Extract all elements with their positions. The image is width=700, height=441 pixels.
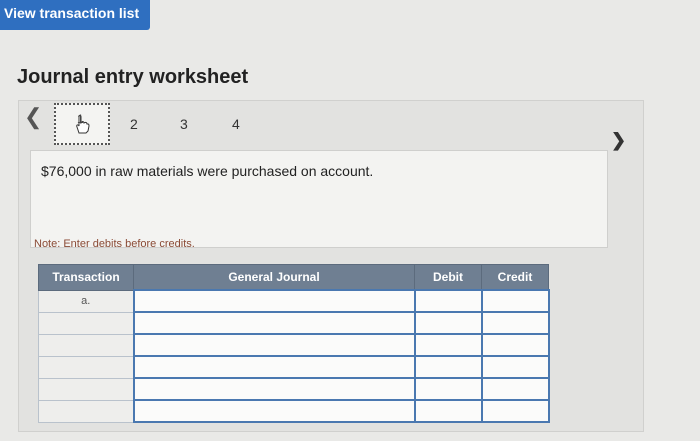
credit-input[interactable] — [480, 333, 550, 357]
view-transaction-list-button[interactable]: View transaction list — [0, 0, 150, 30]
debit-input[interactable] — [413, 333, 483, 357]
credit-input[interactable] — [480, 311, 550, 335]
debit-input[interactable] — [413, 399, 483, 423]
transaction-cell — [38, 377, 134, 401]
chevron-right-icon[interactable]: ❯ — [611, 130, 626, 151]
transaction-cell: a. — [38, 289, 134, 313]
general-journal-input[interactable] — [132, 399, 416, 423]
general-journal-input[interactable] — [132, 311, 416, 335]
general-journal-input[interactable] — [132, 355, 416, 379]
transaction-description: $76,000 in raw materials were purchased … — [41, 163, 374, 179]
debit-input[interactable] — [413, 311, 483, 335]
debit-input[interactable] — [413, 355, 483, 379]
step-4-tab[interactable]: 4 — [232, 116, 240, 132]
table-row — [38, 333, 550, 357]
chevron-left-icon[interactable]: ❮ — [24, 104, 42, 130]
step-2-tab[interactable]: 2 — [130, 116, 138, 132]
debit-input[interactable] — [413, 377, 483, 401]
page-title: Journal entry worksheet — [17, 66, 249, 88]
header-general-journal: General Journal — [133, 264, 415, 291]
journal-entry-table: Transaction General Journal Debit Credit… — [38, 264, 550, 423]
debit-input[interactable] — [413, 289, 483, 313]
header-debit: Debit — [414, 264, 482, 291]
table-row — [38, 355, 550, 379]
credit-input[interactable] — [480, 399, 550, 423]
transaction-description-box: $76,000 in raw materials were purchased … — [30, 150, 608, 248]
general-journal-input[interactable] — [132, 377, 416, 401]
table-row — [38, 311, 550, 335]
header-credit: Credit — [481, 264, 549, 291]
credit-input[interactable] — [480, 377, 550, 401]
step-3-tab[interactable]: 3 — [180, 116, 188, 132]
note-text: Note: Enter debits before credits. — [34, 238, 195, 250]
general-journal-input[interactable] — [132, 289, 416, 313]
step-1-label: 1 — [77, 112, 84, 126]
credit-input[interactable] — [480, 355, 550, 379]
header-transaction: Transaction — [38, 264, 134, 291]
transaction-cell — [38, 355, 134, 379]
general-journal-input[interactable] — [132, 333, 416, 357]
credit-input[interactable] — [480, 289, 550, 313]
transaction-cell — [38, 311, 134, 335]
transaction-cell — [38, 333, 134, 357]
step-1-tab[interactable]: 1 — [54, 103, 110, 145]
table-row — [38, 377, 550, 401]
table-row — [38, 399, 550, 423]
table-row: a. — [38, 289, 550, 313]
transaction-cell — [38, 399, 134, 423]
